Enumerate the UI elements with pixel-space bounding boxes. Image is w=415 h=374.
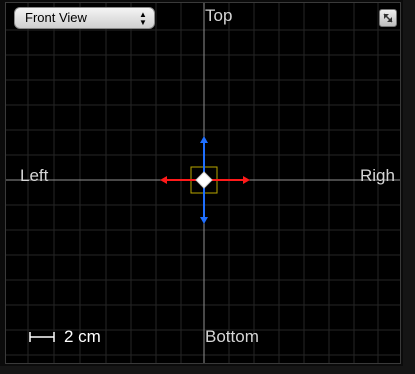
grid-overlay [6,3,400,363]
vertical-scrollbar[interactable] [403,0,415,374]
y-handle-up-arrow-icon[interactable] [200,136,208,143]
y-handle-down-arrow-icon[interactable] [200,217,208,224]
viewport-canvas[interactable]: Front View ▲ ▼ Top Left Righ Bottom 2 cm [5,2,401,364]
view-select[interactable]: Front View ▲ ▼ [14,7,155,29]
orientation-top-label: Top [205,6,233,25]
scale-bar-icon [29,332,55,342]
front-view-panel: Front View ▲ ▼ Top Left Righ Bottom 2 cm [0,0,415,374]
x-handle-left-arrow-icon[interactable] [160,176,167,184]
move-gizmo-icon[interactable] [160,136,250,224]
orientation-right-label: Righ [360,166,395,185]
x-handle-right-arrow-icon[interactable] [243,176,250,184]
center-diamond-icon[interactable] [195,171,213,189]
horizontal-scrollbar[interactable] [0,366,403,374]
orientation-bottom-label: Bottom [205,327,259,346]
view-select-value: Front View [25,10,87,25]
orientation-left-label: Left [20,166,49,185]
up-down-arrows-icon: ▲ ▼ [139,10,147,27]
expand-button[interactable] [379,9,397,27]
scale-bar-label: 2 cm [64,327,101,346]
expand-icon [383,13,393,23]
